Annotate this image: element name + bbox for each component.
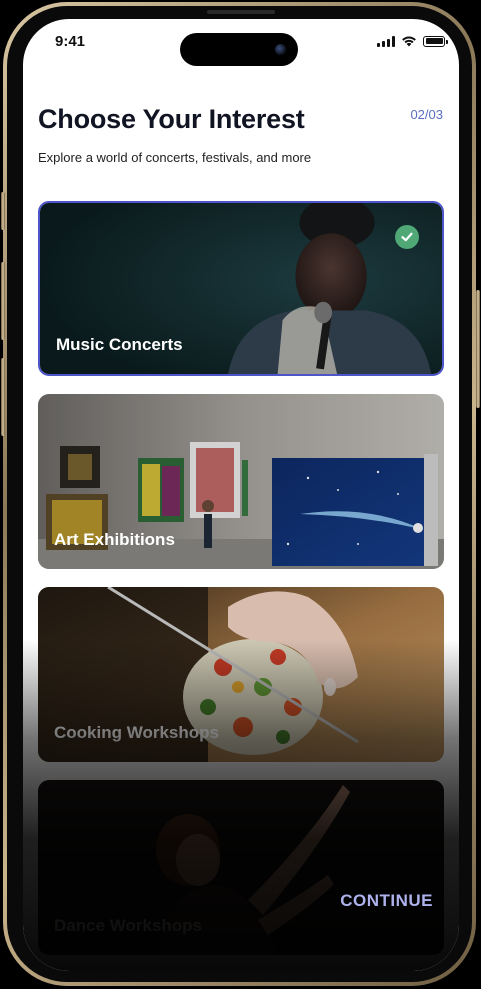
interest-label: Dance Workshops bbox=[54, 916, 203, 935]
speaker-grille bbox=[207, 10, 275, 14]
interest-label: Music Concerts bbox=[56, 335, 183, 354]
page-title: Choose Your Interest bbox=[38, 104, 305, 134]
interest-label: Cooking Workshops bbox=[54, 723, 219, 742]
wifi-icon bbox=[402, 36, 416, 47]
phone-screen: 9:41 Choose Your Interest 02/03 Explore … bbox=[23, 19, 459, 971]
page-subtitle: Explore a world of concerts, festivals, … bbox=[38, 150, 312, 165]
camera-icon bbox=[275, 44, 286, 55]
interest-card-art-exhibitions[interactable]: Art Exhibitions bbox=[38, 394, 444, 569]
side-button-volume-down bbox=[1, 358, 5, 436]
interest-card-dance-workshops[interactable]: Dance Workshops bbox=[38, 780, 444, 955]
interest-label: Art Exhibitions bbox=[54, 530, 175, 549]
side-button-power bbox=[476, 290, 480, 408]
interest-card-cooking-workshops[interactable]: Cooking Workshops bbox=[38, 587, 444, 762]
side-button-action bbox=[1, 192, 5, 230]
battery-icon bbox=[423, 35, 448, 47]
continue-button[interactable]: CONTINUE bbox=[340, 891, 433, 911]
status-icons bbox=[377, 35, 448, 47]
signal-icon bbox=[377, 35, 395, 47]
status-bar: 9:41 bbox=[23, 19, 459, 69]
check-icon bbox=[395, 225, 419, 249]
interest-card-music-concerts[interactable]: Music Concerts bbox=[38, 201, 444, 376]
dynamic-island bbox=[180, 33, 298, 66]
side-button-volume-up bbox=[1, 262, 5, 340]
step-indicator: 02/03 bbox=[410, 107, 443, 122]
status-time: 9:41 bbox=[55, 33, 86, 50]
